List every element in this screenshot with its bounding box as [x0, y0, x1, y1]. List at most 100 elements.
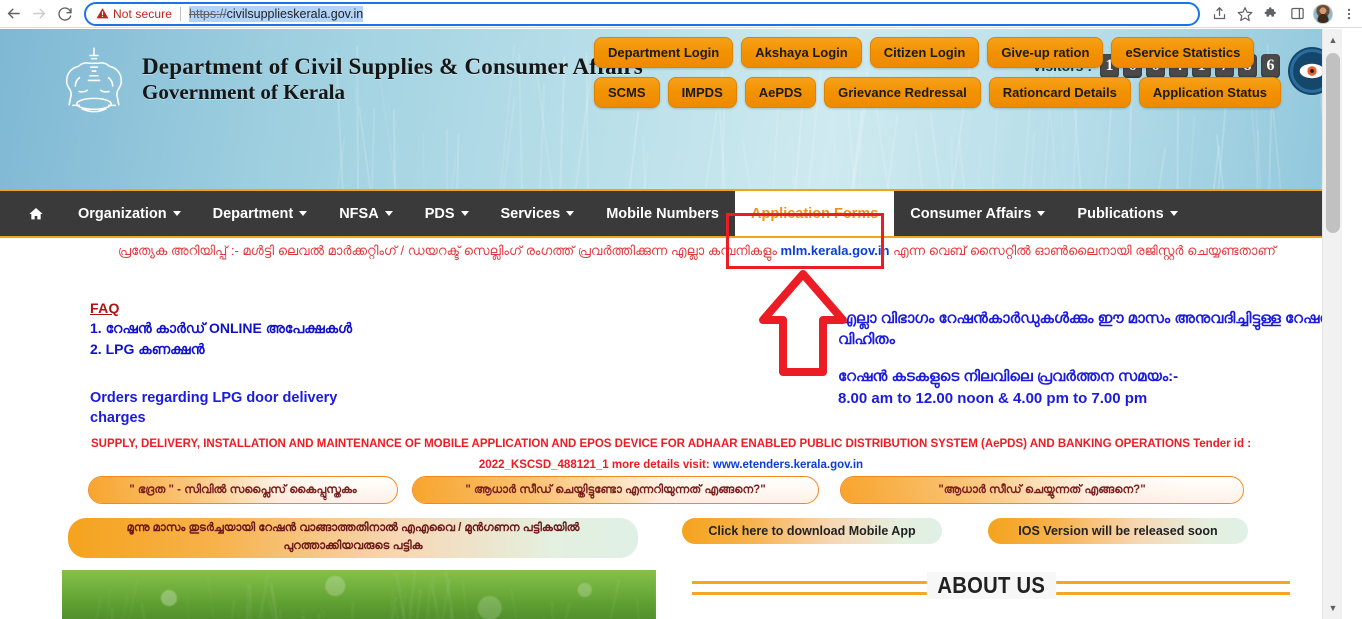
etenders-link[interactable]: www.etenders.kerala.gov.in [713, 459, 863, 471]
nav-item-application-forms[interactable]: Application Forms [735, 191, 894, 236]
nav-item-label: Mobile Numbers [606, 206, 719, 222]
grass-blade [1061, 112, 1066, 189]
nav-item-label: NFSA [339, 206, 378, 222]
pill-download-mobile-app[interactable]: Click here to download Mobile App [682, 518, 942, 544]
grass-blade [1029, 133, 1035, 189]
quicklink-application-status[interactable]: Application Status [1139, 77, 1281, 108]
grass-blade [358, 107, 372, 189]
quicklink-aepds[interactable]: AePDS [745, 77, 816, 108]
avatar [1313, 4, 1333, 24]
quicklink-akshaya-login[interactable]: Akshaya Login [741, 37, 861, 68]
about-us-section: ABOUT US Department of Civil Supplies & [692, 574, 1290, 619]
pill-how-to-seed-aadhaar[interactable]: "ആധാർ സീഡ് ചെയ്യുന്നത് എങ്ങനെ?" [840, 476, 1244, 504]
pill-excluded-list[interactable]: മൂന്നു മാസം തുടർച്ചയായി റേഷൻ വാങ്ങാത്തതി… [68, 518, 638, 558]
faq-item-2[interactable]: 2. LPG കണക്ഷൻ [90, 341, 352, 358]
tender-id-text: 2022_KSCSD_488121_1 more details visit: [479, 459, 713, 471]
pill-ios-version-soon[interactable]: IOS Version will be released soon [988, 518, 1248, 544]
nav-item-list: Organization Department NFSA PDS Services Mob… [62, 191, 1194, 236]
home-icon [28, 206, 44, 222]
grass-blade [929, 111, 942, 189]
pill-label: "ആധാർ സീഡ് ചെയ്യുന്നത് എങ്ങനെ?" [938, 484, 1145, 497]
quick-links-row-1: Department Login Akshaya Login Citizen Log… [594, 37, 1254, 68]
ration-quota-link[interactable]: എല്ലാ വിഭാഗം റേഷൻകാർഡുകൾക്കും ഈ മാസം അനു… [838, 308, 1342, 351]
grass-blade [977, 149, 982, 189]
chevron-down-icon [1037, 211, 1045, 216]
chevron-down-icon [299, 211, 307, 216]
about-us-heading: ABOUT US [927, 572, 1056, 599]
page-scrollbar[interactable]: ▲ ▼ [1322, 29, 1342, 619]
grass-blade [886, 116, 898, 189]
pill-bhadratha-handbook[interactable]: " ഭദ്രത " - സിവിൽ സപ്ലൈസ് കൈപ്പുസ്തകം [88, 476, 398, 504]
nav-item-nfsa[interactable]: NFSA [323, 191, 408, 236]
info-pill-row-1: " ഭദ്രത " - സിവിൽ സപ്ലൈസ് കൈപ്പുസ്തകം " … [0, 476, 1342, 506]
warning-triangle-icon [96, 7, 109, 20]
kerala-state-emblem-icon [55, 43, 133, 121]
forward-button[interactable] [26, 1, 52, 27]
grass-blade [278, 610, 282, 619]
notice-link[interactable]: mlm.kerala.gov.in [781, 243, 890, 258]
nav-item-department[interactable]: Department [197, 191, 324, 236]
chevron-down-icon [461, 211, 469, 216]
grass-blade [393, 110, 396, 189]
nav-item-label: Services [501, 206, 561, 222]
chevron-down-icon [566, 211, 574, 216]
nav-item-consumer-affairs[interactable]: Consumer Affairs [894, 191, 1061, 236]
nav-item-publications[interactable]: Publications [1061, 191, 1193, 236]
main-content: FAQ 1. റേഷൻ കാർഡ് ONLINE അപേക്ഷകൾ 2. LPG … [0, 264, 1342, 614]
chevron-down-icon [1170, 211, 1178, 216]
info-pill-row-2: മൂന്നു മാസം തുടർച്ചയായി റേഷൻ വാങ്ങാത്തതി… [0, 518, 1342, 554]
faq-block: FAQ 1. റേഷൻ കാർഡ് ONLINE അപേക്ഷകൾ 2. LPG … [90, 300, 352, 358]
faq-title[interactable]: FAQ [90, 300, 352, 316]
nav-item-mobile-numbers[interactable]: Mobile Numbers [590, 191, 735, 236]
back-button[interactable] [0, 1, 26, 27]
chevron-down-icon [173, 211, 181, 216]
quicklink-scms[interactable]: SCMS [594, 77, 660, 108]
tender-line-1: SUPPLY, DELIVERY, INSTALLATION AND MAINT… [0, 434, 1342, 455]
scroll-down-arrow[interactable]: ▼ [1323, 599, 1342, 617]
browser-menu-icon[interactable] [1336, 1, 1362, 27]
nav-item-services[interactable]: Services [485, 191, 591, 236]
bookmark-star-icon[interactable] [1232, 1, 1258, 27]
quick-links: Department Login Akshaya Login Citizen Log… [594, 37, 1254, 108]
hero-photo [62, 570, 656, 619]
quicklink-give-up-ration[interactable]: Give-up ration [987, 37, 1103, 68]
lpg-orders-link[interactable]: Orders regarding LPG door delivery charg… [90, 389, 340, 428]
omnibox-divider [180, 7, 181, 21]
grass-blade [628, 111, 640, 189]
not-secure-label: Not secure [113, 7, 172, 21]
address-bar[interactable]: Not secure https://civilsupplieskerala.g… [84, 2, 1200, 26]
faq-item-1[interactable]: 1. റേഷൻ കാർഡ് ONLINE അപേക്ഷകൾ [90, 320, 352, 337]
profile-avatar[interactable] [1310, 1, 1336, 27]
quicklink-citizen-login[interactable]: Citizen Login [870, 37, 980, 68]
chevron-down-icon [385, 211, 393, 216]
site-content: Department of Civil Supplies & Consumer … [0, 29, 1342, 619]
nav-item-pds[interactable]: PDS [409, 191, 485, 236]
nav-item-label: Application Forms [751, 206, 878, 222]
quicklink-grievance-redressal[interactable]: Grievance Redressal [824, 77, 981, 108]
share-icon[interactable] [1206, 1, 1232, 27]
shop-timing-block: റേഷൻ കടകളുടെ നിലവിലെ പ്രവർത്തന സമയം:- 8.… [838, 366, 1178, 410]
quicklink-department-login[interactable]: Department Login [594, 37, 733, 68]
nav-item-label: Publications [1077, 206, 1163, 222]
grass-blade [1157, 148, 1166, 189]
quicklink-eservice-statistics[interactable]: eService Statistics [1111, 37, 1254, 68]
grass-blade [456, 134, 460, 189]
scroll-up-arrow[interactable]: ▲ [1323, 31, 1342, 49]
grass-blade [422, 132, 425, 189]
notice-after: എന്ന വെബ് സൈറ്റിൽ ഓൺലൈനായി രജിസ്റ്റർ ചെയ… [889, 243, 1275, 258]
nav-item-label: Organization [78, 206, 167, 222]
nav-item-organization[interactable]: Organization [62, 191, 197, 236]
quicklink-impds[interactable]: IMPDS [668, 77, 737, 108]
side-panel-icon[interactable] [1284, 1, 1310, 27]
tender-line-2: 2022_KSCSD_488121_1 more details visit: … [0, 455, 1342, 476]
url-text[interactable]: https://civilsupplieskerala.gov.in [189, 6, 363, 22]
reload-button[interactable] [52, 1, 78, 27]
quicklink-rationcard-details[interactable]: Rationcard Details [989, 77, 1131, 108]
scrollbar-thumb[interactable] [1326, 53, 1340, 233]
security-indicator[interactable]: Not secure [96, 7, 172, 21]
tender-notice: SUPPLY, DELIVERY, INSTALLATION AND MAINT… [0, 434, 1342, 477]
pill-aadhaar-seeded-check[interactable]: " ആധാർ സീഡ് ചെയ്തിട്ടുണ്ടോ എന്നറിയുന്നത്… [412, 476, 819, 504]
extensions-puzzle-icon[interactable] [1258, 1, 1284, 27]
nav-item-home[interactable] [20, 191, 62, 236]
shop-timing-value: 8.00 am to 12.00 noon & 4.00 pm to 7.00 … [838, 388, 1178, 410]
